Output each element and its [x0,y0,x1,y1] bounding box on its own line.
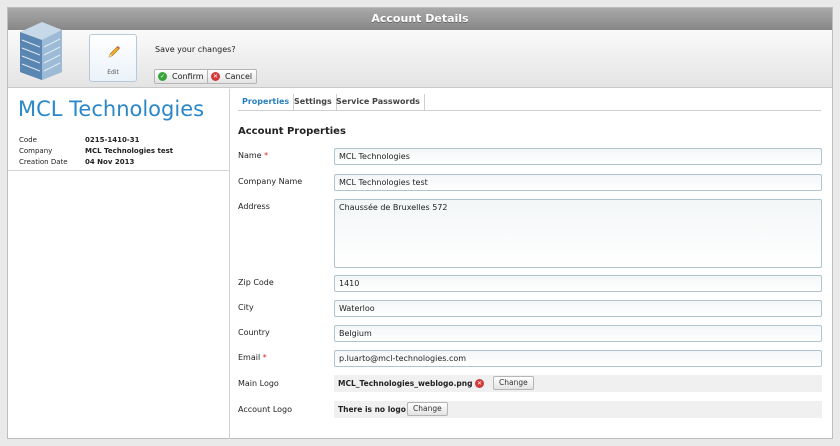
main-logo-row: MCL_Technologies_weblogo.png ✕ Change [334,375,822,392]
change-main-logo-button[interactable]: Change [493,376,534,390]
confirm-button[interactable]: ✓ Confirm [154,69,209,84]
name-label: Name * [238,151,269,160]
info-key: Creation Date [19,158,68,166]
tab-bar: Properties Settings Service Passwords [238,94,821,111]
account-logo-label: Account Logo [238,405,293,414]
address-field[interactable]: Chaussée de Bruxelles 572 [334,199,822,268]
email-field[interactable] [334,350,822,367]
account-logo-status: There is no logo [338,405,406,414]
main-logo-filename: MCL_Technologies_weblogo.png [338,379,473,388]
account-details-window: Account Details Edit Save your changes? [7,7,833,439]
tab-service-passwords[interactable]: Service Passwords [332,94,425,110]
toolbar: Edit Save your changes? ✓ Confirm ✕ Canc… [8,22,832,88]
info-key: Company [19,147,53,155]
close-icon: ✕ [211,72,220,81]
account-summary-panel: MCL Technologies Code 0215-1410-31 Compa… [8,89,230,439]
account-logo-row: There is no logo Change [334,401,822,418]
check-icon: ✓ [158,72,167,81]
info-key: Code [19,136,37,144]
pencil-icon [108,46,120,58]
building-icon [20,22,62,80]
tab-settings[interactable]: Settings [290,94,337,110]
summary-divider [8,170,230,171]
company-name-heading: MCL Technologies [18,97,205,121]
change-account-logo-button[interactable]: Change [407,402,448,416]
remove-logo-icon[interactable]: ✕ [475,379,484,388]
country-label: Country [238,328,270,337]
required-mark: * [262,353,267,362]
company-name-field[interactable] [334,174,822,191]
zip-label: Zip Code [238,278,274,287]
zip-field[interactable] [334,275,822,292]
edit-button[interactable]: Edit [89,34,137,82]
country-field[interactable] [334,325,822,342]
email-label: Email * [238,353,267,362]
window-title: Account Details [8,8,832,30]
required-mark: * [264,151,269,160]
section-title: Account Properties [238,126,346,137]
cancel-button[interactable]: ✕ Cancel [207,69,258,84]
save-prompt: Save your changes? [155,45,236,54]
info-value: 0215-1410-31 [85,136,140,144]
main-logo-label: Main Logo [238,379,279,388]
company-name-label: Company Name [238,177,303,186]
edit-button-label: Edit [107,69,119,76]
info-value: 04 Nov 2013 [85,158,135,166]
city-field[interactable] [334,300,822,317]
info-value: MCL Technologies test [85,147,174,155]
tab-properties[interactable]: Properties [238,94,295,110]
cancel-label: Cancel [225,72,253,81]
address-label: Address [238,202,270,211]
confirm-label: Confirm [172,72,204,81]
name-field[interactable] [334,148,822,165]
city-label: City [238,303,254,312]
